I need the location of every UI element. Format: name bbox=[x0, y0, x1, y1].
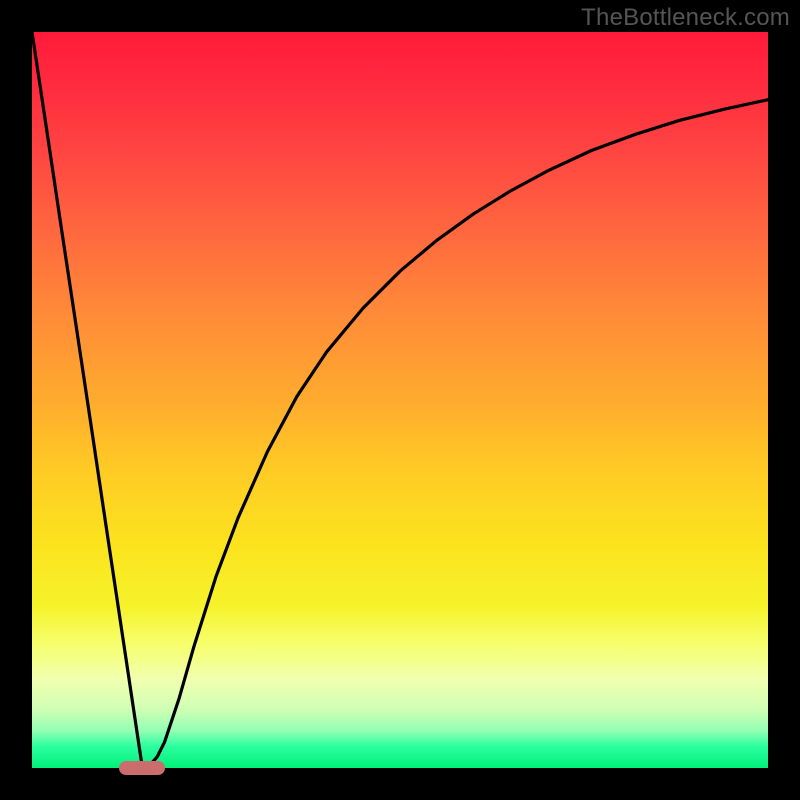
watermark-text: TheBottleneck.com bbox=[581, 4, 790, 32]
curve-layer bbox=[32, 32, 768, 768]
bottleneck-curve bbox=[32, 32, 768, 768]
chart-frame: TheBottleneck.com bbox=[0, 0, 800, 800]
optimal-point-marker bbox=[119, 761, 165, 775]
plot-area bbox=[32, 32, 768, 768]
